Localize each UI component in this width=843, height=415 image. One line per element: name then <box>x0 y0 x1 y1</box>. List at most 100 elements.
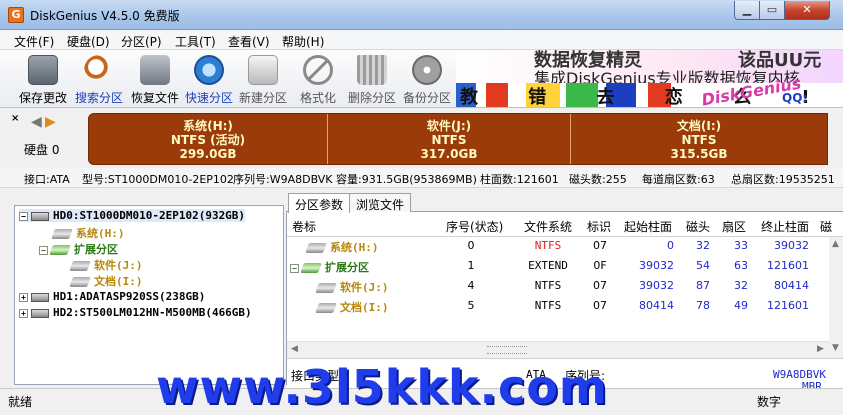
tree-item-hd2[interactable]: + HD2:ST500LM012HN-M500MB(466GB) <box>19 306 252 319</box>
cell-fs: NTFS <box>534 279 562 292</box>
info-model: 型号:ST1000DM010-2EP102 <box>82 173 234 186</box>
partition-icon <box>69 261 91 271</box>
maximize-button[interactable]: ▭ <box>759 1 785 20</box>
tree-item-system[interactable]: 系统(H:) <box>51 225 125 241</box>
quick-partition-button[interactable]: 快速分区 <box>181 52 237 106</box>
watermark-text: www.3l5kkk.com <box>156 360 608 414</box>
save-changes-button[interactable]: 保存更改 <box>15 52 71 106</box>
menu-disk[interactable]: 硬盘(D) <box>67 33 110 50</box>
trash-icon <box>357 55 387 85</box>
close-button[interactable]: ✕ <box>784 1 830 20</box>
cell-sector: 49 <box>734 299 748 312</box>
expand-icon[interactable]: + <box>19 308 28 318</box>
vertical-scrollbar[interactable]: ▲ ▼ <box>829 237 843 358</box>
menu-view[interactable]: 查看(V) <box>228 33 270 50</box>
map-partition-docs[interactable]: 文档(I:) NTFS 315.5GB <box>571 114 827 164</box>
menu-tools[interactable]: 工具(T) <box>175 33 216 50</box>
table-row[interactable]: 文档(I:) 5 NTFS 07 80414 78 49 121601 <box>287 296 829 316</box>
cell-fs: EXTEND <box>528 259 568 272</box>
menu-file[interactable]: 文件(F) <box>14 33 54 50</box>
partition-map[interactable]: 系统(H:) NTFS (活动) 299.0GB 软件(J:) NTFS 317… <box>88 113 828 165</box>
tab-browse-files[interactable]: 浏览文件 <box>349 193 412 212</box>
menu-help[interactable]: 帮助(H) <box>282 33 324 50</box>
cell-index: 0 <box>467 239 475 252</box>
tree-item-docs[interactable]: 文档(I:) <box>69 273 143 289</box>
cell-head: 78 <box>696 299 710 312</box>
disk-tree: − HD0:ST1000DM010-2EP102(932GB) 系统(H:) − 扩… <box>14 205 284 385</box>
cell-index: 1 <box>467 259 475 272</box>
expand-icon[interactable]: + <box>19 292 28 302</box>
cell-start-cyl: 39032 <box>639 279 674 292</box>
restore-files-button[interactable]: 恢复文件 <box>127 52 183 106</box>
scroll-left-icon[interactable]: ◀ <box>291 344 298 354</box>
col-end-cyl[interactable]: 终止柱面 <box>761 218 809 235</box>
backup-partition-button[interactable]: 备份分区 <box>399 52 455 106</box>
save-icon <box>28 55 58 85</box>
promo-banner[interactable]: 数据恢复精灵 该品UU元 集成DiskGenius专业版数据恢复内核 教 错 去… <box>456 50 843 107</box>
cell-sector: 32 <box>734 279 748 292</box>
collapse-icon[interactable]: − <box>290 263 299 273</box>
cell-id: 07 <box>593 239 607 252</box>
tree-item-software[interactable]: 软件(J:) <box>69 257 143 273</box>
disk-icon <box>31 292 49 302</box>
collapse-icon[interactable]: − <box>39 245 48 255</box>
next-disk-icon[interactable]: ▶ <box>45 114 56 130</box>
quick-partition-icon <box>194 55 224 85</box>
minimize-button[interactable]: ▁ <box>734 1 760 20</box>
tab-partition-params[interactable]: 分区参数 <box>288 193 351 213</box>
cell-end-cyl: 121601 <box>767 299 809 312</box>
banner-qq: QQ: 4000 <box>782 91 815 107</box>
col-head[interactable]: 磁头 <box>686 218 710 235</box>
extended-partition-icon <box>49 245 71 255</box>
map-partition-software[interactable]: 软件(J:) NTFS 317.0GB <box>328 114 570 164</box>
diskbar-close-icon[interactable]: × <box>11 113 19 124</box>
partition-icon <box>51 229 73 239</box>
table-row[interactable]: 系统(H:) 0 NTFS 07 0 32 33 39032 <box>287 236 829 256</box>
col-more[interactable]: 磁 <box>820 218 832 235</box>
tab-strip: 分区参数 浏览文件 <box>286 190 843 213</box>
format-icon <box>303 55 333 85</box>
scroll-down-icon[interactable]: ▼ <box>832 343 839 353</box>
menu-partition[interactable]: 分区(P) <box>121 33 162 50</box>
cell-fs: NTFS <box>534 299 562 312</box>
cell-end-cyl: 39032 <box>774 239 809 252</box>
info-serial: 序列号:W9A8DBVK <box>233 173 333 186</box>
menu-bar: 文件(F) 硬盘(D) 分区(P) 工具(T) 查看(V) 帮助(H) <box>0 30 843 50</box>
table-row[interactable]: 软件(J:) 4 NTFS 07 39032 87 32 80414 <box>287 276 829 296</box>
tree-item-extended[interactable]: − 扩展分区 <box>39 241 118 257</box>
info-total-sectors: 总扇区数:19535251 <box>731 173 835 186</box>
col-label[interactable]: 卷标 <box>292 218 316 235</box>
title-bar: G DiskGenius V4.5.0 免费版 ▁ ▭ ✕ <box>0 0 843 30</box>
format-button[interactable]: 格式化 <box>290 52 346 106</box>
info-heads: 磁头数:255 <box>569 173 627 186</box>
restore-icon <box>140 55 170 85</box>
horizontal-scrollbar[interactable]: ◀ ▶ <box>287 341 829 358</box>
status-ready: 就绪 <box>8 395 33 409</box>
scroll-up-icon[interactable]: ▲ <box>832 239 839 249</box>
tree-item-hd0[interactable]: − HD0:ST1000DM010-2EP102(932GB) <box>19 209 246 222</box>
col-sector[interactable]: 扇区 <box>722 218 746 235</box>
magnifier-icon <box>84 55 114 85</box>
prev-disk-icon[interactable]: ◀ <box>31 114 42 130</box>
table-row[interactable]: − 扩展分区 1 EXTEND 0F 39032 54 63 121601 <box>287 256 829 276</box>
cell-head: 87 <box>696 279 710 292</box>
tree-item-hd1[interactable]: + HD1:ADATASP920SS(238GB) <box>19 290 205 303</box>
cell-sector: 33 <box>734 239 748 252</box>
scroll-thumb[interactable] <box>487 346 527 354</box>
scroll-right-icon[interactable]: ▶ <box>817 344 824 354</box>
info-cylinders: 柱面数:121601 <box>480 173 559 186</box>
cell-id: 0F <box>593 259 607 272</box>
col-index[interactable]: 序号(状态) <box>446 218 503 235</box>
cell-head: 32 <box>696 239 710 252</box>
delete-partition-button[interactable]: 删除分区 <box>344 52 400 106</box>
col-filesystem[interactable]: 文件系统 <box>524 218 572 235</box>
new-partition-button[interactable]: 新建分区 <box>235 52 291 106</box>
col-start-cyl[interactable]: 起始柱面 <box>624 218 672 235</box>
col-id[interactable]: 标识 <box>587 218 611 235</box>
cell-end-cyl: 121601 <box>767 259 809 272</box>
search-partition-button[interactable]: 搜索分区 <box>71 52 127 106</box>
info-sectors: 每道扇区数:63 <box>642 173 715 186</box>
collapse-icon[interactable]: − <box>19 211 28 221</box>
cell-fs: NTFS <box>534 239 562 252</box>
map-partition-system[interactable]: 系统(H:) NTFS (活动) 299.0GB <box>89 114 327 164</box>
